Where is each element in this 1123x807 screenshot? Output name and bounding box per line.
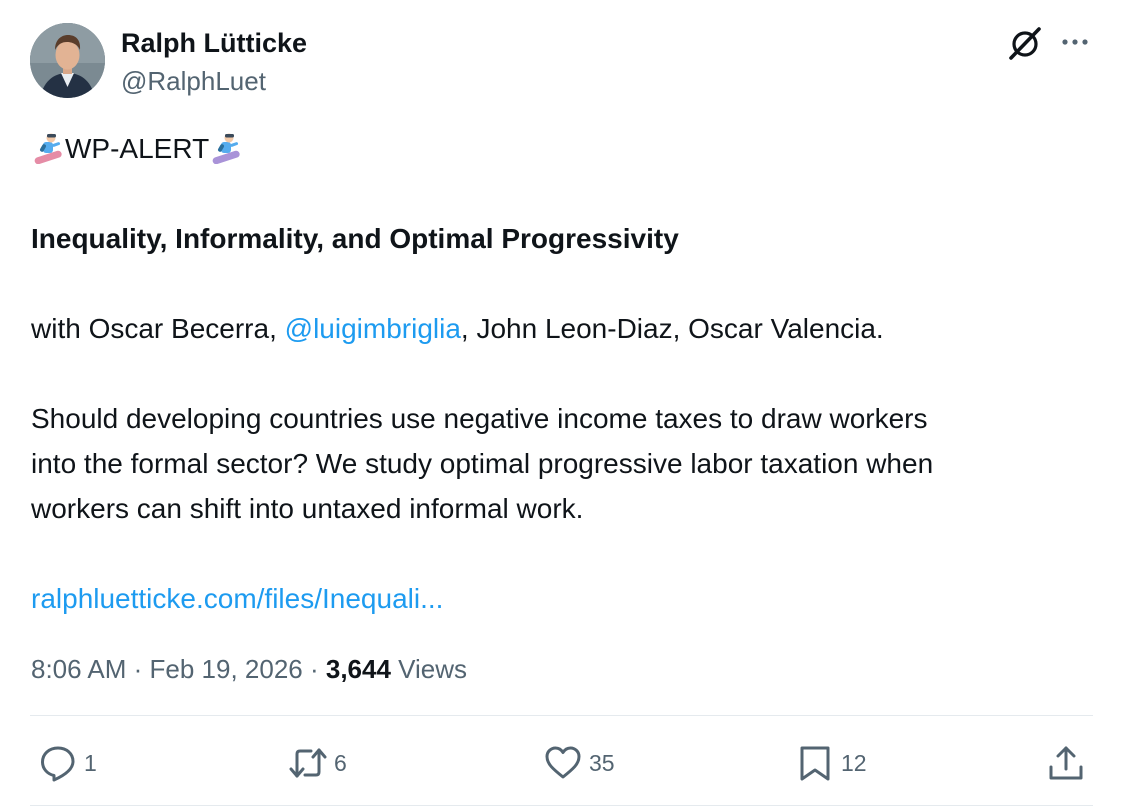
coauthors-prefix: with Oscar Becerra, — [31, 313, 285, 344]
snowboarder-emoji — [34, 133, 62, 164]
like-count: 35 — [589, 749, 615, 776]
paper-link[interactable]: ralphluetticke.com/files/Inequali... — [31, 583, 443, 614]
views-label: Views — [390, 654, 468, 684]
mention-link[interactable]: @luigimbriglia — [285, 313, 461, 344]
snowboarder-emoji — [212, 133, 240, 164]
grok-icon[interactable] — [1006, 24, 1044, 62]
body-line-1: Should developing countries use negative… — [31, 403, 928, 434]
reply-count: 1 — [84, 749, 97, 776]
reply-button[interactable]: 1 — [38, 742, 97, 784]
meta-separator: · — [126, 654, 150, 684]
author-handle[interactable]: @RalphLuet — [121, 64, 266, 98]
views-count: 3,644 — [325, 654, 391, 684]
bookmark-button[interactable]: 12 — [795, 742, 867, 784]
author-display-name[interactable]: Ralph Lütticke — [121, 26, 307, 60]
reply-icon — [41, 746, 75, 782]
bookmark-count: 12 — [841, 749, 867, 776]
coauthors-line: with Oscar Becerra, @luigimbriglia, John… — [31, 306, 1101, 351]
heart-icon — [545, 746, 581, 779]
tweet-time[interactable]: 8:06 AM — [31, 654, 126, 684]
retweet-icon — [289, 748, 327, 778]
like-button[interactable]: 35 — [543, 742, 615, 784]
divider — [30, 805, 1093, 806]
coauthors-suffix: , John Leon-Diaz, Oscar Valencia. — [460, 313, 884, 344]
more-icon[interactable] — [1058, 25, 1092, 59]
paper-title: Inequality, Informality, and Optimal Pro… — [31, 223, 679, 254]
body-line-2: into the formal sector? We study optimal… — [31, 448, 934, 479]
share-button[interactable] — [1046, 742, 1086, 784]
meta-separator: · — [302, 654, 326, 684]
divider — [30, 715, 1093, 716]
tweet-text: WP-ALERT Inequality, Informality, and Op… — [31, 126, 1101, 621]
tweet-date[interactable]: Feb 19, 2026 — [150, 654, 303, 684]
tweet-meta: 8:06 AM · Feb 19, 2026 · 3,644 Views — [31, 651, 467, 687]
alert-line: WP-ALERT — [31, 126, 1101, 171]
retweet-button[interactable]: 6 — [288, 742, 347, 784]
body-line-3: workers can shift into untaxed informal … — [31, 493, 584, 524]
bookmark-icon — [800, 746, 830, 781]
retweet-count: 6 — [334, 749, 347, 776]
avatar[interactable] — [30, 23, 105, 98]
avatar-image — [30, 23, 105, 98]
alert-text: WP-ALERT — [65, 133, 210, 164]
share-icon — [1049, 746, 1083, 780]
